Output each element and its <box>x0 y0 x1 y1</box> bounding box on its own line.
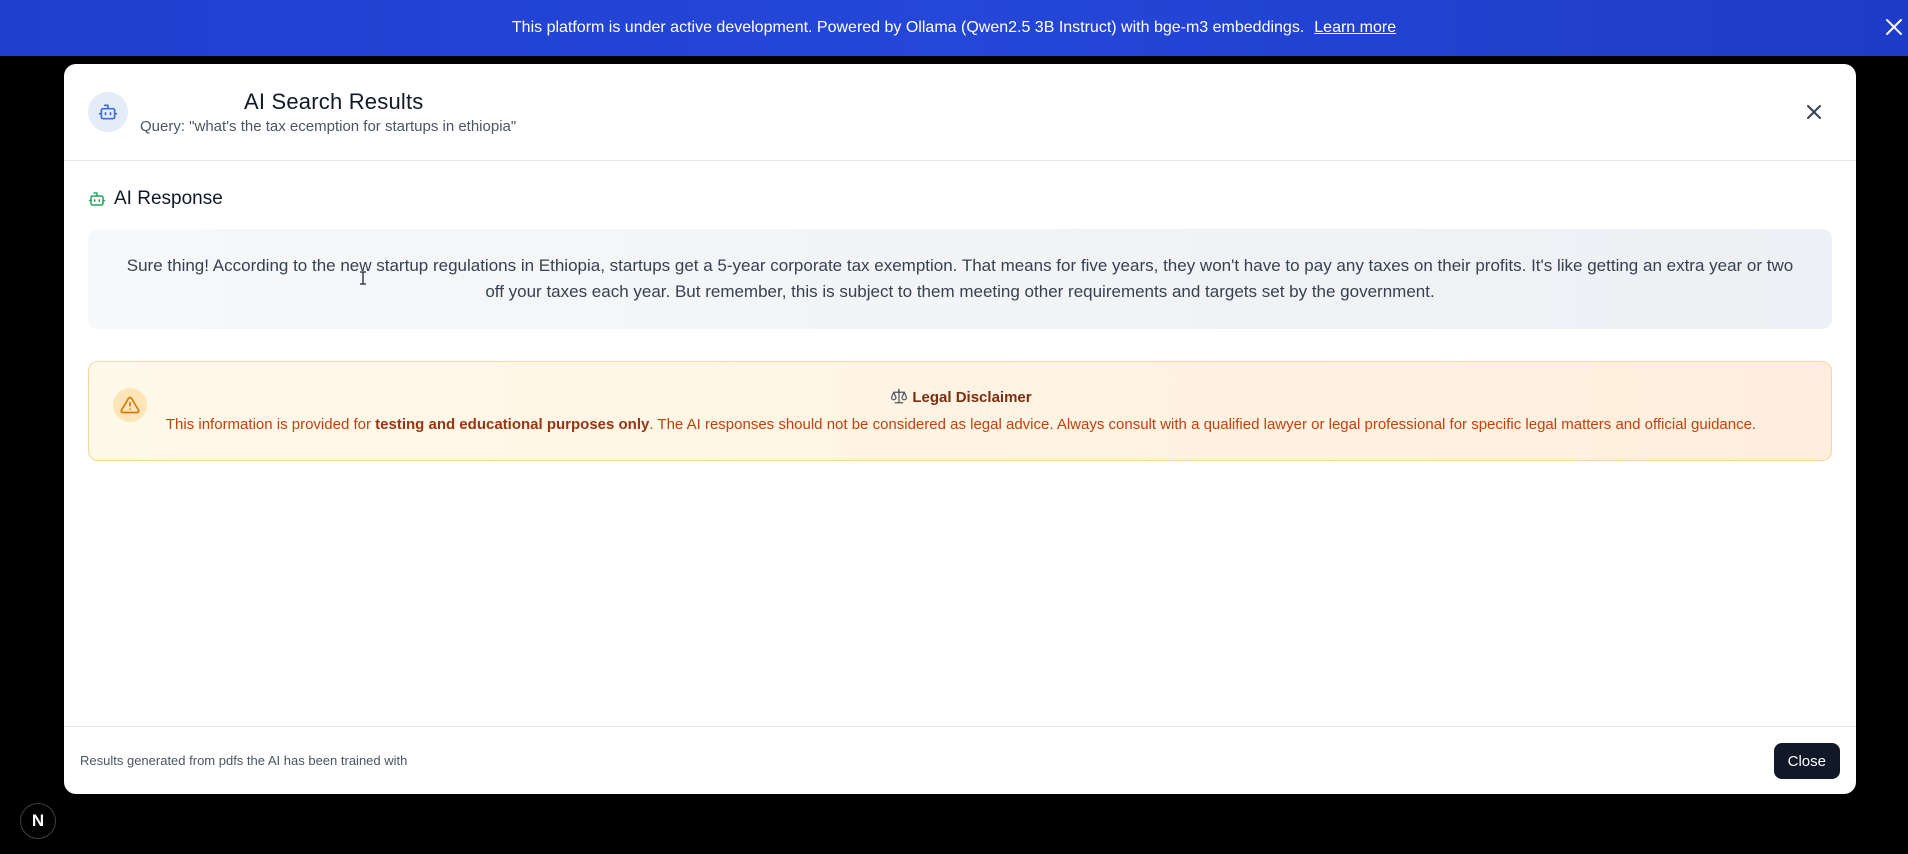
ai-response-text: Sure thing! According to the new startup… <box>126 256 1794 301</box>
close-button[interactable]: Close <box>1773 743 1840 779</box>
ai-response-heading: AI Response <box>88 188 223 210</box>
close-icon[interactable] <box>1882 15 1906 39</box>
disclaimer-title: Legal Disclaimer <box>89 387 1833 406</box>
text-cursor-icon <box>360 271 366 285</box>
dev-tools-badge[interactable]: N <box>20 803 56 839</box>
ai-response-box: Sure thing! According to the new startup… <box>88 229 1832 329</box>
footer-note: Results generated from pdfs the AI has b… <box>80 753 408 768</box>
ai-search-results-modal: AI Search Results Query: "what's the tax… <box>64 64 1856 794</box>
learn-more-link[interactable]: Learn more <box>1314 19 1396 37</box>
announcement-banner: This platform is under active developmen… <box>0 0 1908 56</box>
disclaimer-emphasis: testing and educational purposes only <box>375 416 650 433</box>
disclaimer-text-start: This information is provided for <box>165 416 376 433</box>
disclaimer-text: This information is provided for testing… <box>89 416 1833 433</box>
disclaimer-text-end: . The AI responses should not be conside… <box>649 416 1757 433</box>
bot-icon <box>88 92 128 132</box>
close-icon[interactable] <box>1802 100 1826 124</box>
modal-title: AI Search Results <box>244 89 424 114</box>
section-label: AI Response <box>114 188 223 209</box>
banner-message: This platform is under active developmen… <box>511 19 1305 36</box>
disclaimer-title-text: Legal Disclaimer <box>912 389 1032 406</box>
bot-icon <box>88 192 106 206</box>
scale-icon <box>891 388 908 404</box>
search-query: Query: "what's the tax ecemption for sta… <box>140 118 517 135</box>
legal-disclaimer: Legal Disclaimer This information is pro… <box>88 361 1832 461</box>
modal-footer: Results generated from pdfs the AI has b… <box>64 726 1856 794</box>
modal-header: AI Search Results Query: "what's the tax… <box>64 64 1856 161</box>
